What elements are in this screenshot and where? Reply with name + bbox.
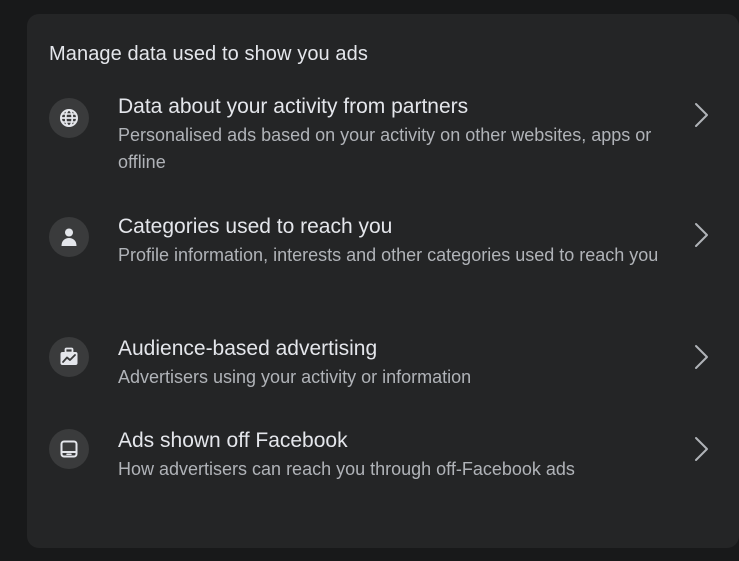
row-description: Advertisers using your activity or infor… — [118, 367, 472, 387]
settings-row-audience-advertising[interactable]: Audience-based advertising Advertisers u… — [27, 336, 739, 406]
settings-row-categories[interactable]: Categories used to reach you Profile inf… — [27, 214, 739, 310]
section-title: Manage data used to show you ads — [49, 43, 368, 65]
row-description: How advertisers can reach you through of… — [118, 459, 575, 479]
row-description: Profile information, interests and other… — [118, 245, 659, 265]
settings-row-off-facebook-ads[interactable]: Ads shown off Facebook How advertisers c… — [27, 428, 739, 524]
device-icon — [49, 429, 89, 469]
row-title: Audience-based advertising — [118, 337, 378, 360]
row-title: Ads shown off Facebook — [118, 429, 348, 452]
row-description: Personalised ads based on your activity … — [118, 125, 652, 172]
row-title: Categories used to reach you — [118, 215, 393, 238]
person-icon — [49, 217, 89, 257]
settings-row-partner-activity[interactable]: Data about your activity from partners P… — [27, 94, 739, 190]
globe-icon — [49, 98, 89, 138]
ads-data-settings-card: Manage data used to show you ads Data ab… — [27, 14, 739, 548]
row-title: Data about your activity from partners — [118, 95, 469, 118]
briefcase-chart-icon — [49, 337, 89, 377]
chevron-right-icon — [695, 223, 708, 247]
chevron-right-icon — [695, 103, 708, 127]
chevron-right-icon — [695, 437, 708, 461]
chevron-right-icon — [695, 345, 708, 369]
